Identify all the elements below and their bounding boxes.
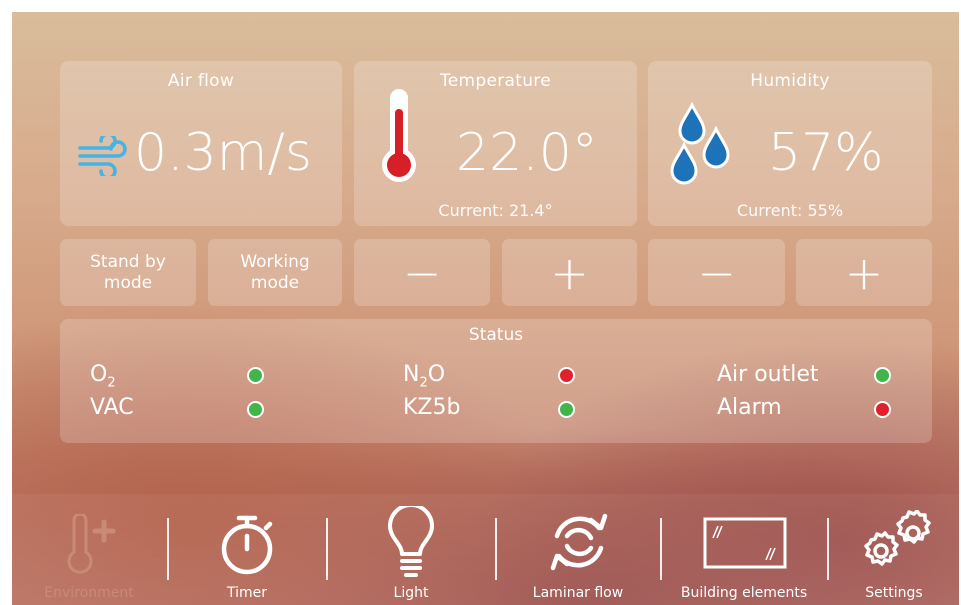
plus-icon: + [844, 245, 884, 300]
nav-light[interactable]: Light [328, 494, 494, 605]
nav-timer-label: Timer [226, 585, 268, 601]
status-indicator-kz5b [558, 401, 575, 418]
humidity-decrease-button[interactable]: − [648, 239, 785, 306]
airflow-card: Air flow 0.3m/s [60, 61, 342, 226]
status-label-n2o: N2O [403, 362, 446, 391]
minus-icon: − [402, 245, 442, 300]
status-label-vac: VAC [90, 395, 134, 420]
minus-icon: − [697, 245, 736, 300]
nav-environment[interactable]: Environment [12, 494, 166, 605]
temperature-increase-button[interactable]: + [502, 239, 637, 306]
thermometer-plus-icon [67, 514, 116, 574]
humidity-title: Humidity [750, 71, 830, 91]
refresh-cycle-icon [550, 513, 608, 571]
standby-mode-button[interactable]: Stand by mode [60, 239, 196, 306]
gears-icon [864, 510, 931, 566]
working-mode-button[interactable]: Working mode [208, 239, 342, 306]
status-indicator-air-outlet [874, 367, 891, 384]
water-drops-icon [670, 101, 730, 185]
wind-icon [78, 136, 127, 176]
working-mode-label: Working mode [240, 251, 310, 293]
status-panel: Status O2 VAC N2O KZ5b Air outlet Alarm [60, 319, 932, 443]
plus-icon: + [550, 245, 589, 300]
status-label-kz5b: KZ5b [403, 395, 461, 420]
nav-timer[interactable]: Timer [169, 494, 325, 605]
humidity-card: Humidity 57% Current: 55% [648, 61, 932, 226]
stopwatch-icon [221, 515, 273, 575]
humidity-setpoint: 57% [768, 123, 884, 183]
status-label-alarm: Alarm [717, 395, 782, 420]
humidity-increase-button[interactable]: + [796, 239, 932, 306]
nav-laminar-flow[interactable]: Laminar flow [497, 494, 659, 605]
status-indicator-vac [247, 401, 264, 418]
humidity-current: Current: 55% [736, 201, 844, 220]
nav-settings-label: Settings [865, 585, 923, 601]
temperature-current: Current: 21.4° [438, 201, 553, 220]
airflow-title: Air flow [167, 71, 235, 91]
bottom-navigation: Environment Timer Light Laminar flow Bui… [12, 494, 959, 605]
airflow-value: 0.3m/s [134, 123, 312, 183]
nav-light-label: Light [393, 585, 429, 601]
nav-environment-label: Environment [44, 585, 134, 601]
nav-building-elements[interactable]: Building elements [662, 494, 826, 605]
nav-laminar-flow-label: Laminar flow [532, 585, 624, 601]
control-screen: Air flow 0.3m/s Temperature 22.0° Curren… [12, 12, 959, 605]
nav-settings[interactable]: Settings [829, 494, 959, 605]
nav-building-elements-label: Building elements [680, 585, 808, 601]
light-bulb-icon [388, 506, 434, 577]
status-indicator-n2o [558, 367, 575, 384]
standby-mode-label: Stand by mode [90, 251, 166, 293]
status-label-o2: O2 [90, 362, 116, 391]
window-pane-icon [703, 517, 787, 569]
thermometer-icon [382, 89, 416, 182]
temperature-card: Temperature 22.0° Current: 21.4° [354, 61, 637, 226]
status-indicator-o2 [247, 367, 264, 384]
temperature-decrease-button[interactable]: − [354, 239, 490, 306]
temperature-setpoint: 22.0° [456, 123, 598, 183]
status-label-air-outlet: Air outlet [717, 362, 819, 387]
status-indicator-alarm [874, 401, 891, 418]
status-title: Status [468, 325, 524, 345]
